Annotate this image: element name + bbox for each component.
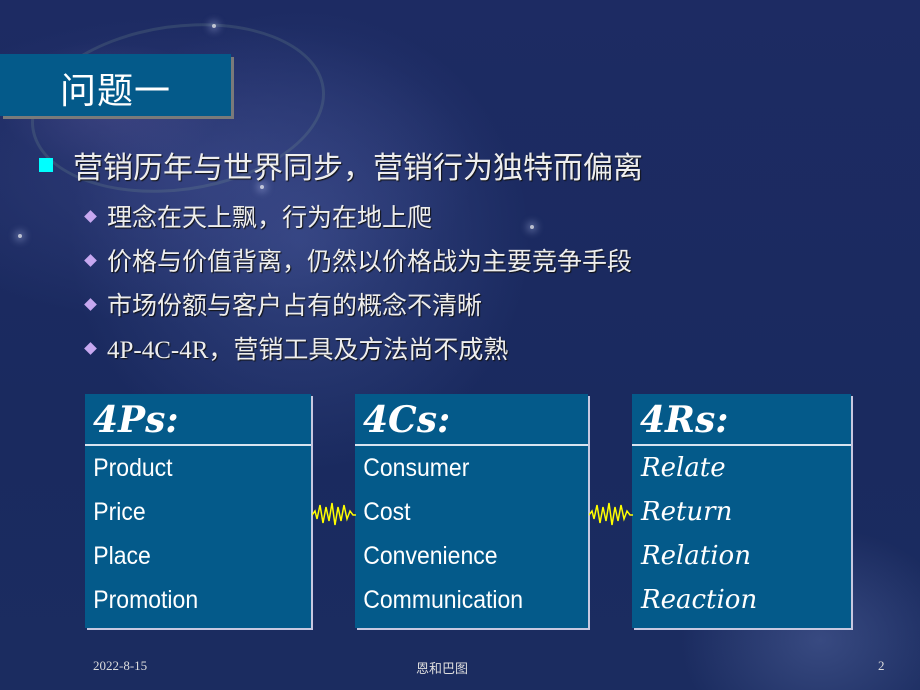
footer-center-text: 恩和巴图 (416, 661, 469, 676)
slide-title-box: 问题一 (0, 54, 231, 116)
card-item: Return (641, 497, 733, 527)
card-4cs: 4Cs: Consumer Cost Convenience Communica… (355, 394, 588, 628)
card-item: Reaction (641, 585, 758, 615)
card-item: Cost (363, 498, 411, 526)
card-heading: 4Rs: (632, 394, 851, 446)
card-item: Convenience (363, 542, 498, 570)
zigzag-wave-icon (589, 502, 633, 526)
card-4rs: 4Rs: Relate Return Relation Reaction (632, 394, 851, 628)
card-item: Promotion (93, 586, 199, 614)
card-item: Communication (363, 586, 524, 614)
card-heading: 4Cs: (355, 394, 588, 446)
sub-bullet: 市场份额与客户占有的概念不清晰 (84, 286, 483, 322)
card-item: Price (93, 498, 146, 526)
sub-bullet-text: ，营销工具及方法尚不成熟 (208, 335, 509, 364)
background-star (212, 24, 216, 28)
card-item: Relate (641, 453, 726, 483)
card-item: Place (93, 542, 151, 570)
main-bullet: 营销历年与世界同步，营销行为独特而偏离 (39, 143, 643, 187)
sub-bullet: 价格与价值背离，仍然以价格战为主要竞争手段 (84, 242, 633, 278)
diamond-bullet-icon (84, 342, 97, 355)
diamond-bullet-icon (84, 298, 97, 311)
diamond-bullet-icon (84, 210, 97, 223)
diamond-bullet-icon (84, 254, 97, 267)
main-bullet-text: 营销历年与世界同步，营销行为独特而偏离 (73, 151, 643, 186)
footer-date: 2022-8-15 (93, 658, 148, 673)
zigzag-wave-icon (312, 502, 356, 526)
background-star (18, 234, 22, 238)
card-4ps: 4Ps: Product Price Place Promotion (85, 394, 311, 628)
card-item: Relation (641, 541, 751, 571)
sub-bullet-text: 市场份额与客户占有的概念不清晰 (107, 291, 483, 320)
background-star (530, 225, 534, 229)
card-item: Consumer (363, 454, 470, 482)
square-bullet-icon (39, 158, 53, 172)
sub-bullet: 4P-4C-4R，营销工具及方法尚不成熟 (84, 330, 509, 366)
footer-page-number: 2 (878, 658, 885, 673)
sub-bullet-text: 理念在天上飘，行为在地上爬 (107, 203, 433, 232)
card-item: Product (93, 454, 173, 482)
sub-bullet-text: 价格与价值背离，仍然以价格战为主要竞争手段 (107, 247, 633, 276)
card-heading: 4Ps: (85, 394, 311, 446)
sub-bullet-latin: 4P-4C-4R (107, 337, 209, 364)
slide-title: 问题一 (60, 71, 172, 112)
sub-bullet: 理念在天上飘，行为在地上爬 (84, 198, 433, 234)
